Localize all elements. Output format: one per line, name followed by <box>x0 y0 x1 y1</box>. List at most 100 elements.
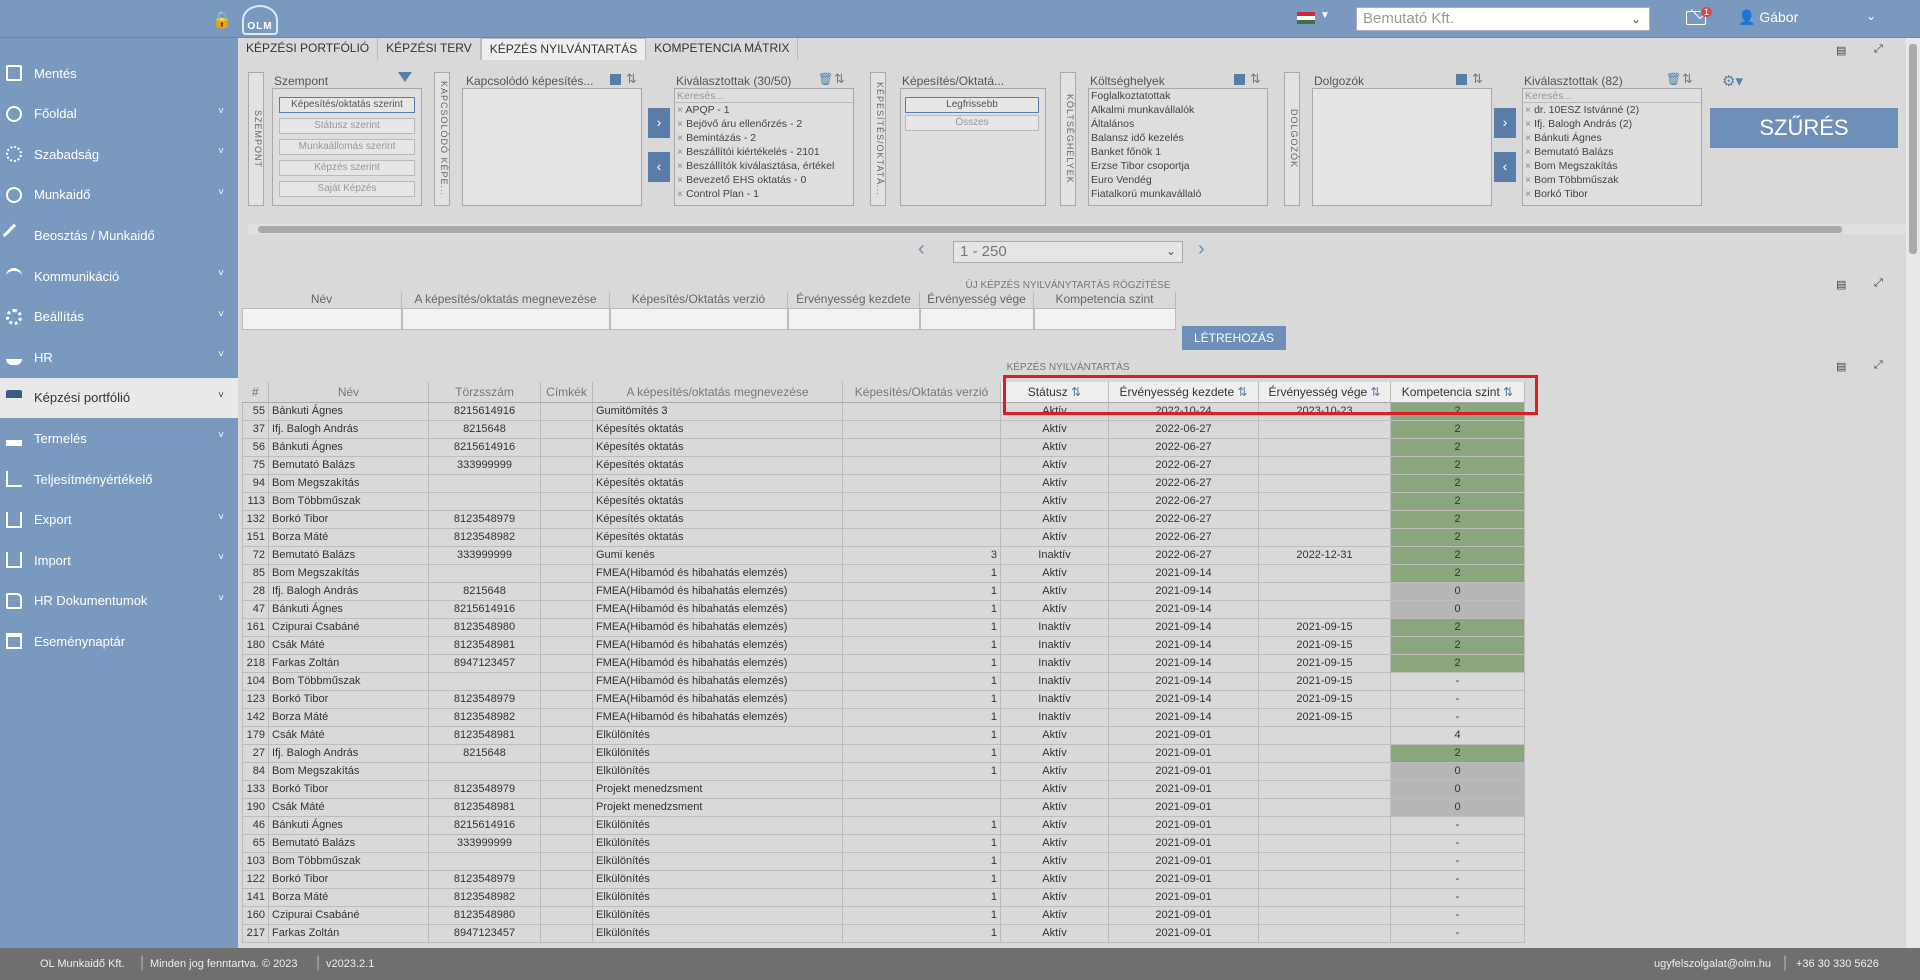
table-row[interactable]: 65 Bemutató Balázs 333999999 Elkülönítés 1 Ak… <box>242 833 1525 853</box>
koltseghely-list[interactable]: Foglalkoztatottak Alkalmi munkavállalók Ál… <box>1088 88 1268 206</box>
table-row[interactable]: 132 Borkó Tibor 8123548979 Képesítés oktatá… <box>242 509 1525 529</box>
kivalasztottak1-list[interactable]: Keresés... × APQP - 1 × Bejövő áru ellenő… <box>674 88 854 206</box>
legfrissebb-option[interactable]: Legfrissebb <box>905 97 1039 113</box>
table-row[interactable]: 28 Ifj. Balogh András 8215648 FMEA(Hibamód … <box>242 581 1525 601</box>
tab-4[interactable]: KOMPETENCIA MÁTRIX <box>646 38 799 60</box>
sidebar-item-15[interactable]: Eseménynaptár <box>0 621 238 661</box>
checkbox-icon[interactable] <box>1456 74 1467 85</box>
sidebar-item-7[interactable]: Beállítás ˅ <box>0 297 238 337</box>
list-item[interactable]: Fiatalkorú munkavállaló <box>1089 187 1267 201</box>
table-row[interactable]: 218 Farkas Zoltán 8947123457 FMEA(Hibamód é… <box>242 653 1525 673</box>
table-row[interactable]: 142 Borza Máté 8123548982 FMEA(Hibamód és h… <box>242 707 1525 727</box>
new-record-input[interactable] <box>1034 308 1176 330</box>
trash-icon[interactable]: 🗑 <box>818 72 833 86</box>
remove-x-icon[interactable]: × <box>1525 174 1534 186</box>
sort-icon[interactable]: ⇅ <box>834 71 845 87</box>
column-header[interactable]: Képesítés/Oktatás verzió <box>842 382 1001 403</box>
table-row[interactable]: 85 Bom Megszakítás FMEA(Hibamód és hibahat… <box>242 563 1525 583</box>
sidebar-item-2[interactable]: Főoldal ˅ <box>0 94 238 134</box>
hungarian-flag-icon[interactable] <box>1297 12 1315 24</box>
table-row[interactable]: 141 Borza Máté 8123548982 Elkülönítés 1 Aktív… <box>242 887 1525 907</box>
tab-3[interactable]: KÉPZÉS NYILVÁNTARTÁS <box>480 38 647 60</box>
list-item[interactable]: × dr. 10ESZ Istvánné (2) <box>1523 103 1701 117</box>
expand-window-icon[interactable]: ⤢ <box>1874 43 1883 56</box>
minimize-window-icon[interactable]: ▤ <box>1836 44 1846 57</box>
table-row[interactable]: 46 Bánkuti Ágnes 8215614916 Elkülönítés 1 Akt… <box>242 815 1525 835</box>
column-header[interactable]: # <box>242 382 269 403</box>
osszes-option[interactable]: Összes <box>905 115 1039 131</box>
new-record-input[interactable] <box>788 308 920 330</box>
new-record-input[interactable] <box>920 308 1034 330</box>
new-record-input[interactable] <box>402 308 610 330</box>
list-item[interactable]: Erzse Tibor csoportja <box>1089 159 1267 173</box>
horizontal-scrollbar[interactable] <box>248 224 1908 234</box>
footer-phone[interactable]: +36 30 330 5626 <box>1796 958 1879 970</box>
remove-x-icon[interactable]: × <box>677 118 686 130</box>
list-item[interactable]: Alkalmi munkavállalók <box>1089 103 1267 117</box>
language-chevron-down-icon[interactable]: ▼ <box>1320 10 1330 21</box>
remove-x-icon[interactable]: × <box>1525 146 1534 158</box>
previous-page-icon[interactable]: ‹ <box>918 238 925 261</box>
sidebar-item-8[interactable]: HR ˅ <box>0 337 238 377</box>
list-item[interactable]: × Control Plan - 1 <box>675 187 853 201</box>
remove-x-icon[interactable]: × <box>677 160 686 172</box>
list-item[interactable]: Euro Vendég <box>1089 173 1267 187</box>
footer-email[interactable]: ugyfelszolgalat@olm.hu <box>1654 958 1771 970</box>
next-page-icon[interactable]: › <box>1198 238 1205 261</box>
move-left-button[interactable]: ‹ <box>1494 152 1516 182</box>
remove-x-icon[interactable]: × <box>1525 188 1534 200</box>
vertical-scrollbar[interactable] <box>1906 38 1920 948</box>
list-item[interactable]: Balansz idő kezelés <box>1089 131 1267 145</box>
remove-x-icon[interactable]: × <box>1525 118 1534 130</box>
page-range-select[interactable]: 1 - 250 ⌄ <box>953 241 1183 263</box>
table-row[interactable]: 190 Csák Máté 8123548981 Projekt menedzsmen… <box>242 797 1525 817</box>
filter-button[interactable]: SZŰRÉS <box>1710 108 1898 148</box>
szempont-option-2[interactable]: Státusz szerint <box>279 118 415 134</box>
column-header[interactable]: A képesítés/oktatás megnevezése <box>592 382 843 403</box>
list-item[interactable]: × Beszállítók kiválasztása, értékel <box>675 159 853 173</box>
company-select[interactable]: Bemutató Kft. ⌄ <box>1356 7 1650 31</box>
table-row[interactable]: 180 Csák Máté 8123548981 FMEA(Hibamód és hi… <box>242 635 1525 655</box>
move-right-button[interactable]: › <box>648 108 670 138</box>
list-item[interactable]: × Bom Megszakítás <box>1523 159 1701 173</box>
scrollbar-thumb[interactable] <box>258 226 1842 233</box>
sidebar-item-10[interactable]: Termelés ˅ <box>0 418 238 458</box>
table-row[interactable]: 56 Bánkuti Ágnes 8215614916 Képesítés oktat… <box>242 437 1525 457</box>
list-item[interactable]: × Bemintázás - 2 <box>675 131 853 145</box>
scrollbar-thumb[interactable] <box>1909 44 1917 254</box>
table-row[interactable]: 84 Bom Megszakítás Elkülönítés 1 Aktív 2021-0… <box>242 761 1525 781</box>
remove-x-icon[interactable]: × <box>677 188 686 200</box>
szempont-option-5[interactable]: Saját Képzés <box>279 181 415 197</box>
sidebar-item-13[interactable]: Import ˅ <box>0 540 238 580</box>
sidebar-item-11[interactable]: Teljesítményértékelő <box>0 459 238 499</box>
minimize-section-icon[interactable]: ▤ <box>1836 360 1846 373</box>
table-row[interactable]: 123 Borkó Tibor 8123548979 FMEA(Hibamód és … <box>242 689 1525 709</box>
expand-section-icon[interactable]: ⤢ <box>1874 277 1883 290</box>
list-item[interactable]: Banket főnök 1 <box>1089 145 1267 159</box>
kivalasztottak2-list[interactable]: Keresés... × dr. 10ESZ Istvánné (2) × Ifj… <box>1522 88 1702 206</box>
olm-logo[interactable]: OLM <box>242 5 278 35</box>
new-record-input[interactable] <box>610 308 788 330</box>
list-item[interactable]: × Bom Többműszak <box>1523 173 1701 187</box>
tab-1[interactable]: KÉPZÉSI PORTFÓLIÓ <box>238 38 379 60</box>
table-row[interactable]: 75 Bemutató Balázs 333999999 Képesítés okta… <box>242 455 1525 475</box>
remove-x-icon[interactable]: × <box>677 174 686 186</box>
table-row[interactable]: 122 Borkó Tibor 8123548979 Elkülönítés 1 Aktí… <box>242 869 1525 889</box>
sort-icon[interactable]: ⇅ <box>626 71 637 87</box>
list-item[interactable]: × Bevezető EHS oktatás - 0 <box>675 173 853 187</box>
minimize-section-icon[interactable]: ▤ <box>1836 278 1846 291</box>
search-input[interactable]: Keresés... <box>675 89 853 103</box>
sidebar-item-4[interactable]: Munkaidő ˅ <box>0 175 238 215</box>
column-header[interactable]: Címkék <box>540 382 593 403</box>
sidebar-item-12[interactable]: Export ˅ <box>0 500 238 540</box>
table-row[interactable]: 72 Bemutató Balázs 333999999 Gumi kenés 3 Ina… <box>242 545 1525 565</box>
list-item[interactable]: × Bejövő áru ellenőrzés - 2 <box>675 117 853 131</box>
table-row[interactable]: 104 Bom Többműszak FMEA(Hibamód és hibahat… <box>242 671 1525 691</box>
remove-x-icon[interactable]: × <box>677 146 686 158</box>
table-row[interactable]: 161 Czipurai Csabáné 8123548980 FMEA(Hibamó… <box>242 617 1525 637</box>
szempont-option-1[interactable]: Képesítés/oktatás szerint <box>279 97 415 113</box>
column-header[interactable]: Törzsszám <box>428 382 541 403</box>
table-row[interactable]: 151 Borza Máté 8123548982 Képesítés oktatás… <box>242 527 1525 547</box>
list-item[interactable]: Foglalkoztatottak <box>1089 89 1267 103</box>
checkbox-icon[interactable] <box>610 74 621 85</box>
